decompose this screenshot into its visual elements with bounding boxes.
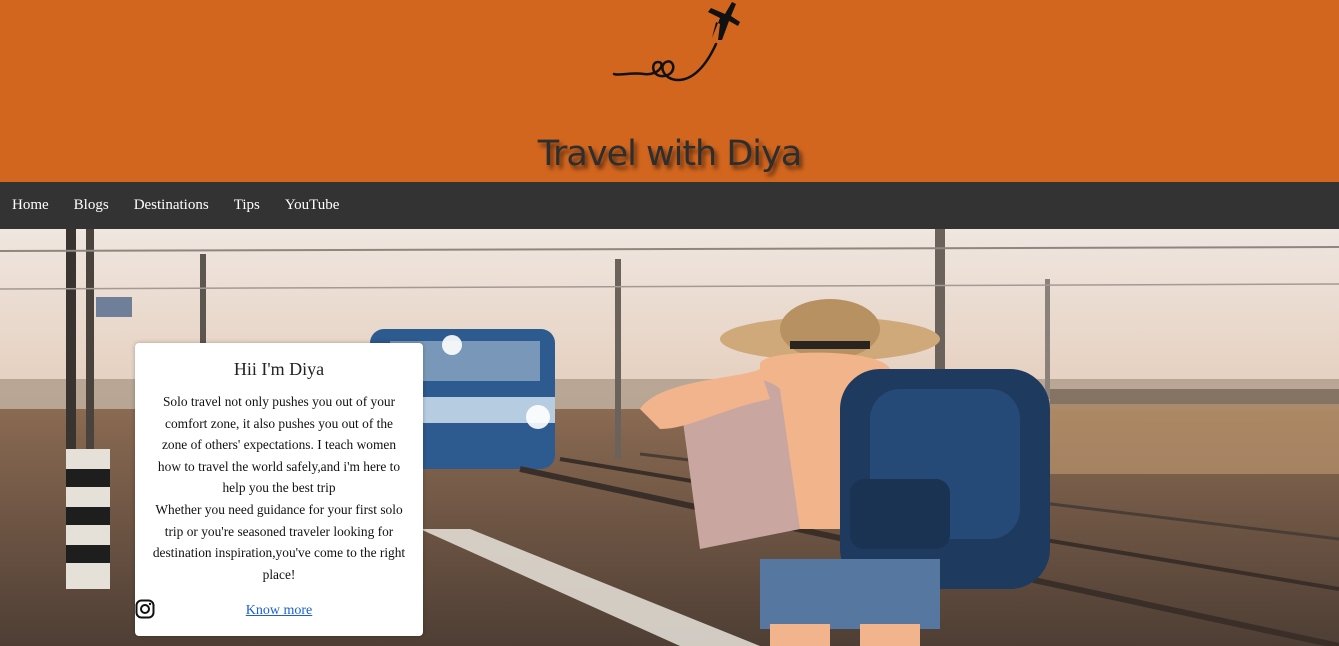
nav-blogs[interactable]: Blogs	[74, 197, 109, 214]
intro-card: Hii I'm Diya Solo travel not only pushes…	[135, 343, 423, 636]
site-title: Travel with Diya	[537, 134, 802, 174]
intro-card-title: Hii I'm Diya	[233, 359, 325, 379]
airplane-icon	[612, 2, 740, 82]
nav-home[interactable]: Home	[12, 197, 49, 214]
nav-tips[interactable]: Tips	[234, 197, 260, 214]
know-more-link[interactable]: Know more	[246, 603, 313, 619]
nav-youtube[interactable]: YouTube	[285, 197, 340, 214]
site-header: Travel with Diya	[0, 0, 1339, 182]
intro-paragraph-1: Solo travel not only pushes you out of y…	[157, 394, 401, 496]
intro-paragraph-2: Whether you need guidance for your first…	[152, 501, 406, 582]
instagram-icon[interactable]	[135, 599, 155, 619]
nav-destinations[interactable]: Destinations	[134, 197, 209, 214]
intro-card-actions: Know more	[135, 599, 423, 623]
main-nav: Home Blogs Destinations Tips YouTube	[0, 182, 1339, 229]
intro-card-text: Solo travel not only pushes you out of y…	[151, 391, 407, 585]
hero-banner: Hii I'm Diya Solo travel not only pushes…	[0, 229, 1339, 646]
